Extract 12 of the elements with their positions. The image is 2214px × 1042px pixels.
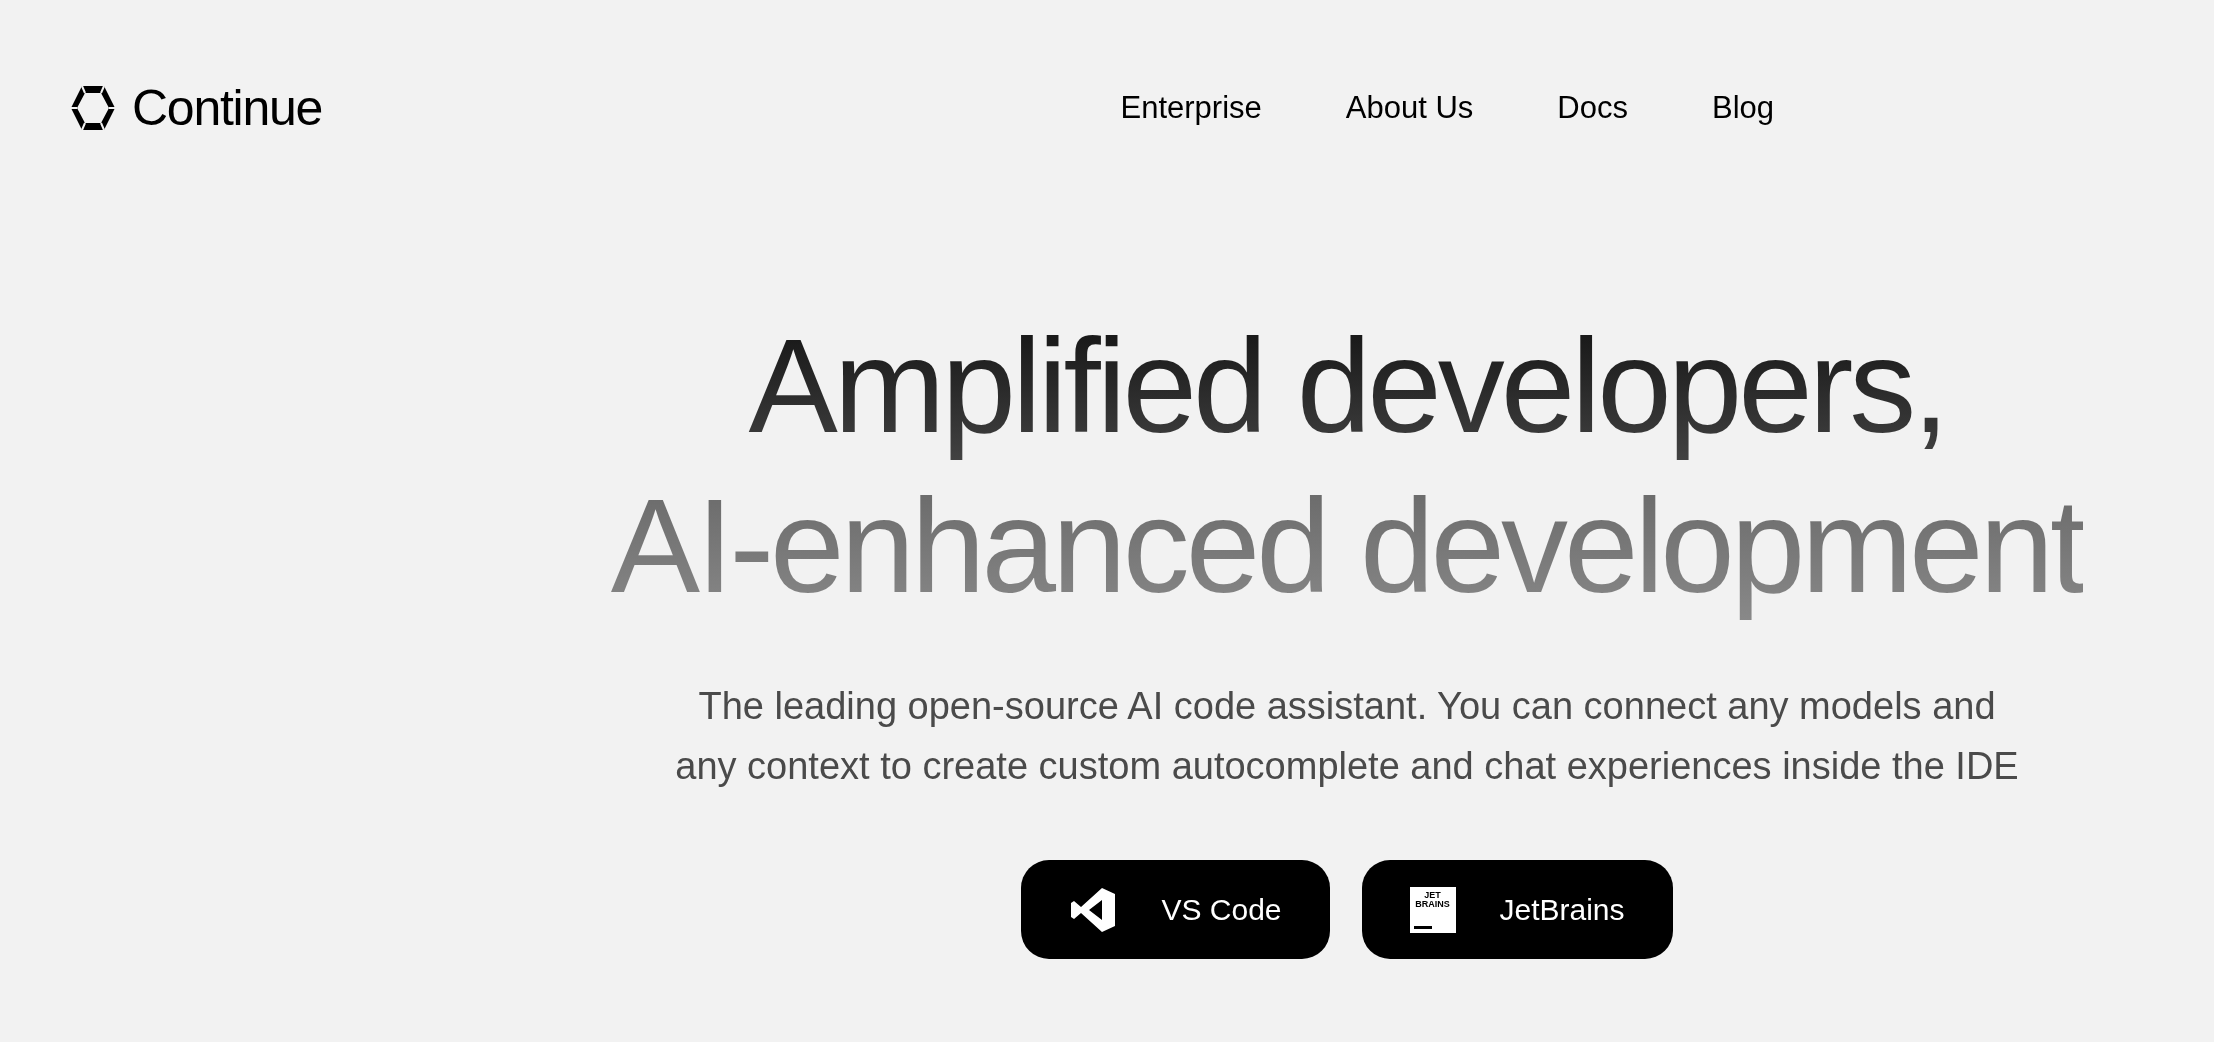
nav-link[interactable]: About Us — [1345, 84, 1474, 132]
subtitle: The leading open-source AI code assistant. You can connect any models and — [698, 684, 1996, 729]
download-button[interactable]: JET BRAINS JetBrains — [1361, 860, 1673, 959]
nav-link[interactable]: Blog — [1711, 84, 1774, 132]
nav-link[interactable]: Docs — [1557, 84, 1628, 132]
brand-name: Continue — [132, 78, 323, 138]
download-button[interactable]: VS Code — [1021, 860, 1330, 959]
subtitle: any context to create custom autocomplete and chat experiences inside the IDE — [675, 744, 2019, 789]
vscode-icon — [1069, 885, 1118, 934]
nav-link[interactable]: Enterprise — [1120, 84, 1262, 132]
jetbrains-icon: JET BRAINS — [1409, 886, 1456, 933]
hexagon-logo-icon — [68, 83, 118, 133]
